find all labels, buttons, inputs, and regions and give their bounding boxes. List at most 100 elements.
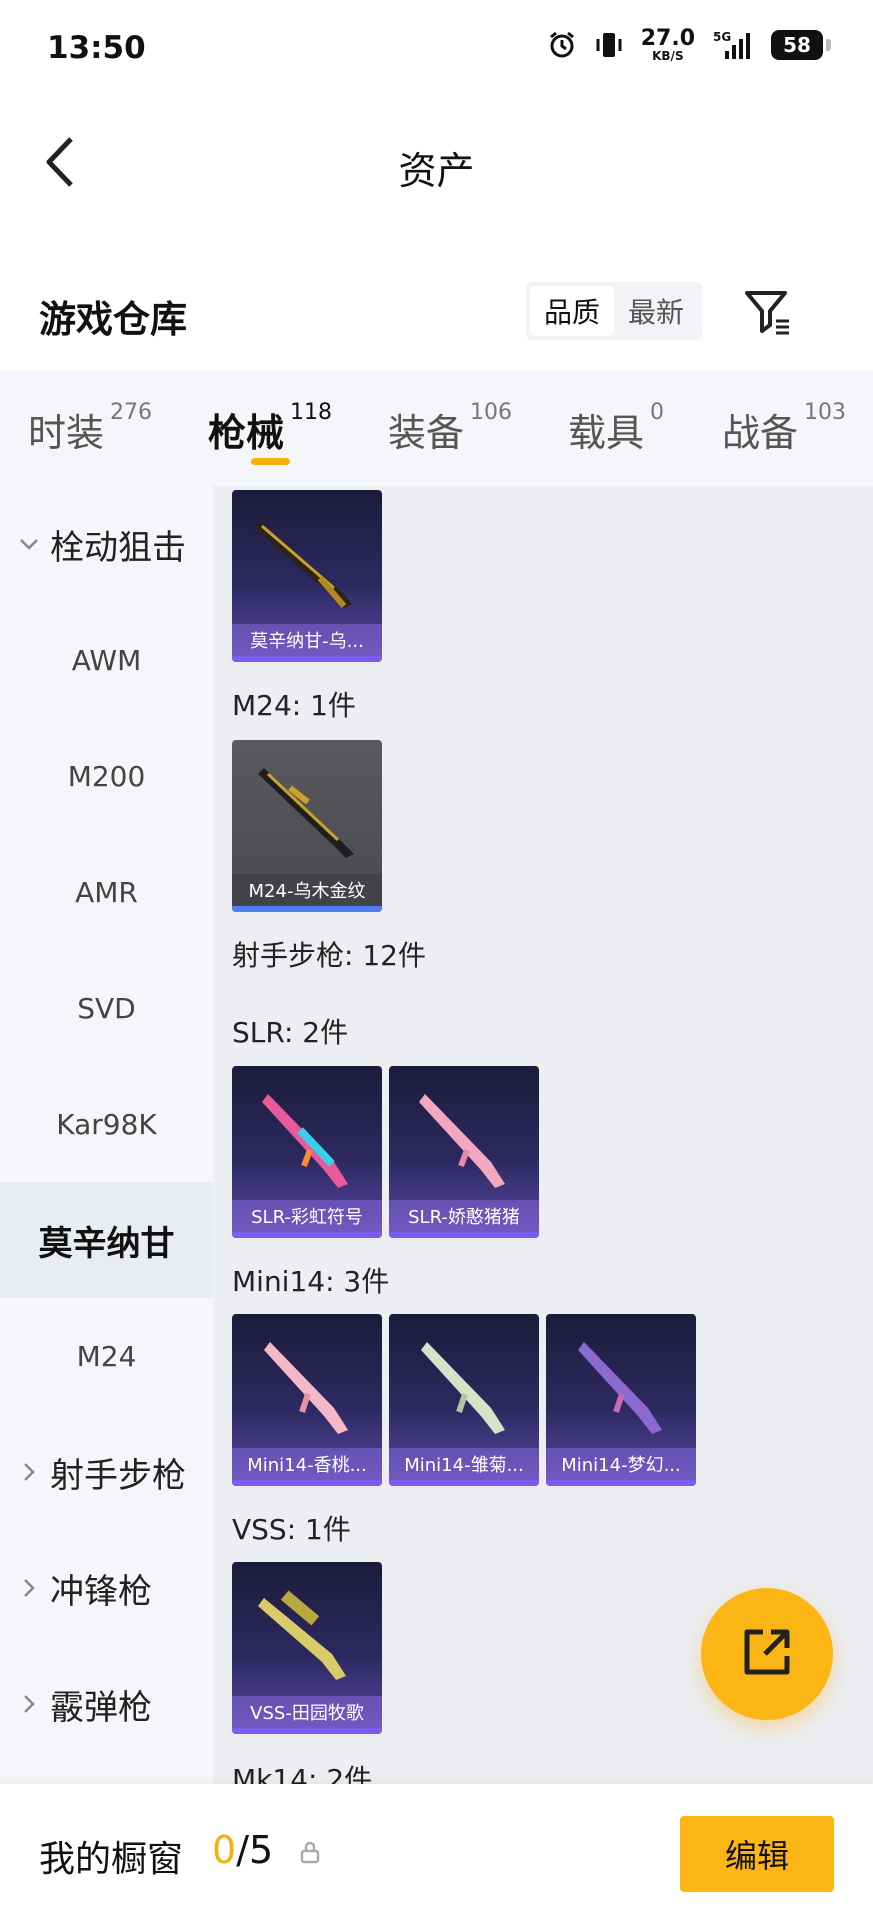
tab-fashion[interactable]: 时装 276 — [28, 400, 153, 457]
weapon-card-caption: SLR-彩虹符号 — [232, 1200, 382, 1232]
section-label-mini14: Mini14: 3件 — [232, 1265, 390, 1298]
rifle-icon — [262, 1094, 348, 1188]
showcase-current: 0 — [212, 1828, 237, 1872]
edit-button[interactable]: 编辑 — [680, 1816, 834, 1892]
tab-count: 106 — [470, 400, 513, 425]
weapon-card-vss[interactable]: VSS-田园牧歌 — [232, 1562, 382, 1734]
quality-bar — [232, 656, 382, 662]
sidebar-item-m200[interactable]: M200 — [0, 718, 213, 834]
quality-bar — [232, 1728, 382, 1734]
sidebar-item-kar98k[interactable]: Kar98K — [0, 1066, 213, 1182]
status-icons: 27.0 KB/S 5G 58 — [547, 26, 831, 63]
net-speed-value: 27.0 — [640, 26, 695, 51]
rifle-icon — [578, 1342, 662, 1434]
weapon-card-mosin[interactable]: 莫辛纳甘-乌... — [232, 490, 382, 662]
tab-label: 时装 — [28, 411, 105, 455]
weapon-card-m24[interactable]: M24-乌木金纹 — [232, 740, 382, 912]
weapon-card-caption: Mini14-雏菊... — [389, 1448, 539, 1480]
rifle-icon — [258, 768, 354, 858]
sidebar-item-m24[interactable]: M24 — [0, 1298, 213, 1414]
share-fab-button[interactable] — [701, 1588, 833, 1720]
lock-icon — [298, 1840, 322, 1864]
filter-button[interactable] — [740, 286, 796, 342]
weapon-card-mini14-daisy[interactable]: Mini14-雏菊... — [389, 1314, 539, 1486]
tab-equipment[interactable]: 装备 106 — [388, 400, 513, 457]
sidebar-label: 栓动狙击 — [50, 527, 186, 568]
showcase-label: 我的橱窗 — [39, 1839, 184, 1880]
tab-vehicles[interactable]: 载具 0 — [568, 400, 664, 457]
sidebar-label: 射手步枪 — [50, 1455, 186, 1496]
status-time: 13:50 — [47, 30, 146, 66]
quality-bar — [546, 1480, 696, 1486]
quality-bar — [232, 1480, 382, 1486]
sidebar-item-svd[interactable]: SVD — [0, 950, 213, 1066]
section-label-slr: SLR: 2件 — [232, 1016, 349, 1049]
sidebar-item-mosin[interactable]: 莫辛纳甘 — [0, 1182, 213, 1298]
share-external-icon — [739, 1624, 795, 1684]
page-title: 资产 — [398, 149, 475, 193]
weapon-card-slr-pig[interactable]: SLR-娇憨猪猪 — [389, 1066, 539, 1238]
warehouse-title: 游戏仓库 — [39, 298, 187, 341]
status-bar: 13:50 27.0 KB/S 5G 58 — [0, 0, 873, 104]
tab-count: 118 — [290, 400, 333, 425]
tab-label: 载具 — [568, 411, 645, 455]
quality-bar — [389, 1480, 539, 1486]
tab-label: 枪械 — [208, 411, 285, 455]
section-label-vss: VSS: 1件 — [232, 1513, 351, 1546]
rifle-icon — [258, 1590, 346, 1680]
section-label-mk14: Mk14: 2件 — [232, 1763, 373, 1784]
net-speed-unit: KB/S — [652, 49, 684, 63]
weapon-card-caption: Mini14-香桃... — [232, 1448, 382, 1480]
rifle-icon — [264, 1342, 348, 1434]
showcase-count: 0/5 — [212, 1828, 273, 1872]
active-tab-indicator — [251, 458, 290, 465]
weapon-card-slr-rainbow[interactable]: SLR-彩虹符号 — [232, 1066, 382, 1238]
tab-count: 276 — [110, 400, 153, 425]
net-speed: 27.0 KB/S — [640, 26, 695, 63]
tab-supplies[interactable]: 战备 103 — [722, 400, 847, 457]
tab-label: 战备 — [722, 411, 799, 455]
rifle-icon — [421, 1342, 505, 1434]
weapon-card-mini14-dream[interactable]: Mini14-梦幻... — [546, 1314, 696, 1486]
alarm-icon — [547, 30, 577, 60]
tab-count: 103 — [804, 400, 847, 425]
weapon-card-mini14-peach[interactable]: Mini14-香桃... — [232, 1314, 382, 1486]
tab-weapons[interactable]: 枪械 118 — [208, 400, 333, 457]
chevron-right-icon — [18, 1578, 40, 1598]
sidebar-group-smg[interactable]: 冲锋枪 — [0, 1530, 213, 1646]
sort-toggle: 品质 最新 — [526, 282, 702, 340]
sidebar-group-marksman[interactable]: 射手步枪 — [0, 1414, 213, 1530]
nav-bar: 资产 — [0, 104, 873, 224]
sidebar-label: 冲锋枪 — [50, 1571, 152, 1612]
chevron-right-icon — [18, 1462, 40, 1482]
vibrate-icon — [595, 30, 623, 60]
weapon-card-caption: 莫辛纳甘-乌... — [232, 624, 382, 656]
sidebar-label: 霰弹枪 — [50, 1687, 152, 1728]
sidebar-group-bolt-action[interactable]: 栓动狙击 — [0, 486, 213, 602]
weapon-type-sidebar: 栓动狙击 AWM M200 AMR SVD Kar98K 莫辛纳甘 M24 射手… — [0, 486, 213, 1784]
showcase-total: /5 — [236, 1828, 274, 1872]
sort-newest[interactable]: 最新 — [614, 286, 698, 336]
svg-text:5G: 5G — [713, 30, 731, 44]
warehouse-header: 游戏仓库 品质 最新 — [0, 224, 873, 370]
chevron-right-icon — [18, 1694, 40, 1714]
quality-bar — [232, 906, 382, 912]
filter-icon — [743, 287, 793, 341]
weapon-card-caption: VSS-田园牧歌 — [232, 1696, 382, 1728]
rifle-icon — [254, 522, 352, 608]
quality-bar — [232, 1232, 382, 1238]
rifle-icon — [419, 1094, 505, 1188]
quality-bar — [389, 1232, 539, 1238]
sidebar-group-shotgun[interactable]: 霰弹枪 — [0, 1646, 213, 1762]
weapon-card-caption: SLR-娇憨猪猪 — [389, 1200, 539, 1232]
weapon-card-caption: Mini14-梦幻... — [546, 1448, 696, 1480]
chevron-down-icon — [18, 537, 40, 551]
sidebar-item-awm[interactable]: AWM — [0, 602, 213, 718]
section-label-marksman: 射手步枪: 12件 — [232, 939, 426, 972]
category-tabs: 时装 276 枪械 118 装备 106 载具 0 战备 103 — [0, 370, 873, 486]
weapon-card-caption: M24-乌木金纹 — [232, 874, 382, 906]
showcase-bar: 我的橱窗 0/5 编辑 — [0, 1784, 873, 1920]
sort-quality[interactable]: 品质 — [530, 286, 614, 336]
section-label-m24: M24: 1件 — [232, 689, 356, 722]
sidebar-item-amr[interactable]: AMR — [0, 834, 213, 950]
